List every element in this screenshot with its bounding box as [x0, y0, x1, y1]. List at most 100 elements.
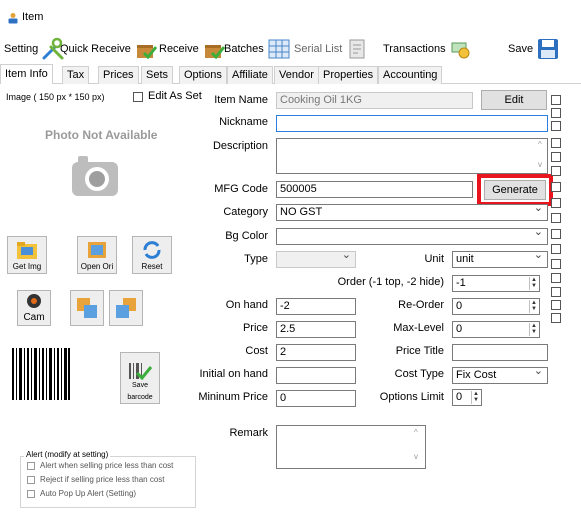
open-original-label: Open Ori — [80, 262, 114, 271]
remark-scroll-down-icon[interactable]: v — [414, 452, 418, 461]
initial-on-hand-field[interactable] — [276, 367, 356, 384]
right-checkbox-3[interactable] — [551, 121, 561, 131]
minimum-price-field[interactable]: 0 — [276, 390, 356, 407]
max-level-value: 0 — [456, 323, 463, 335]
window-title: Item — [22, 11, 44, 23]
category-select[interactable]: NO GST — [276, 204, 548, 221]
alert-price-label: Alert when selling price less than cost — [40, 461, 174, 470]
paste-image-button[interactable] — [109, 290, 143, 326]
transactions-button[interactable]: Transactions — [383, 34, 473, 64]
copy-image-button[interactable] — [70, 290, 104, 326]
save-label: Save — [508, 43, 534, 55]
cam-label: Cam — [23, 312, 45, 323]
photo-not-available-text: Photo Not Available — [45, 128, 158, 142]
generate-button[interactable]: Generate — [484, 180, 546, 200]
cost-type-label: Cost Type — [394, 368, 444, 380]
type-select[interactable] — [276, 251, 356, 268]
right-checkbox-9[interactable] — [551, 213, 561, 223]
edit-as-set-checkbox[interactable] — [133, 92, 143, 102]
price-title-label: Price Title — [395, 345, 444, 357]
tab-options[interactable]: Options — [179, 66, 227, 84]
right-checkbox-6[interactable] — [551, 166, 561, 176]
title-bar: Item — [0, 0, 581, 34]
nickname-field[interactable] — [276, 115, 548, 132]
tab-prices[interactable]: Prices — [98, 66, 139, 84]
camera-icon — [72, 156, 118, 196]
remark-field[interactable] — [276, 425, 426, 469]
receive-button[interactable]: Receive — [159, 34, 226, 64]
transactions-label: Transactions — [383, 43, 446, 55]
webcam-icon — [27, 294, 41, 308]
cost-type-select[interactable]: Fix Cost — [452, 367, 548, 384]
right-checkbox-12[interactable] — [551, 259, 561, 269]
auto-popup-checkbox[interactable] — [27, 490, 35, 498]
mfg-code-label: MFG Code — [214, 183, 268, 195]
right-checkbox-10[interactable] — [551, 229, 561, 239]
reorder-label: Re-Order — [398, 299, 444, 311]
quick-receive-button[interactable]: Quick Receive — [60, 34, 158, 64]
get-image-button[interactable]: Get Img — [7, 236, 47, 274]
right-checkbox-7[interactable] — [551, 182, 561, 192]
item-name-field[interactable]: Cooking Oil 1KG — [276, 92, 473, 109]
alert-price-checkbox[interactable] — [27, 462, 35, 470]
right-checkbox-16[interactable] — [551, 313, 561, 323]
order-field[interactable]: -1 ▲ ▼ — [452, 275, 540, 292]
batches-button[interactable]: Batches — [224, 34, 291, 64]
scroll-up-icon[interactable]: ^ — [538, 140, 542, 149]
floppy-disk-icon — [538, 39, 559, 59]
cost-label: Cost — [245, 345, 268, 357]
order-label: Order (-1 top, -2 hide) — [337, 276, 444, 288]
images-icon — [77, 298, 97, 318]
right-checkbox-13[interactable] — [551, 273, 561, 283]
on-hand-field[interactable]: -2 — [276, 298, 356, 315]
max-level-field[interactable]: 0 ▲ ▼ — [452, 321, 540, 338]
description-field[interactable] — [276, 138, 548, 174]
bg-color-select[interactable] — [276, 228, 548, 245]
tab-vendor[interactable]: Vendor — [274, 66, 319, 84]
price-title-field[interactable] — [452, 344, 548, 361]
reorder-field[interactable]: 0 ▲ ▼ — [452, 298, 540, 315]
cam-button[interactable]: Cam — [17, 290, 51, 326]
right-checkbox-4[interactable] — [551, 138, 561, 148]
tab-tax[interactable]: Tax — [62, 66, 90, 84]
tab-properties[interactable]: Properties — [318, 66, 379, 84]
scroll-down-icon[interactable]: v — [538, 160, 542, 169]
reorder-spinner-icon[interactable]: ▲ ▼ — [529, 300, 538, 313]
price-label: Price — [242, 322, 268, 334]
right-checkbox-2[interactable] — [551, 108, 561, 118]
order-spinner-icon[interactable]: ▲ ▼ — [529, 277, 538, 290]
unit-select[interactable]: unit — [452, 251, 548, 268]
tab-sets[interactable]: Sets — [141, 66, 174, 84]
price-field[interactable]: 2.5 — [276, 321, 356, 338]
right-checkbox-11[interactable] — [551, 244, 561, 254]
options-limit-spinner-icon[interactable]: ▲ ▼ — [471, 391, 480, 404]
setting-button[interactable]: Setting — [4, 34, 65, 64]
reject-price-checkbox[interactable] — [27, 476, 35, 484]
open-original-button[interactable]: Open Ori — [77, 236, 117, 274]
right-checkbox-15[interactable] — [551, 300, 561, 310]
tab-item-info[interactable]: Item Info — [0, 64, 53, 84]
tab-accounting[interactable]: Accounting — [378, 66, 443, 84]
save-barcode-button[interactable]: Save barcode — [120, 352, 160, 404]
save-button[interactable]: Save — [508, 34, 560, 64]
right-checkbox-5[interactable] — [551, 152, 561, 162]
remark-scroll-up-icon[interactable]: ^ — [414, 428, 418, 437]
item-name-label: Item Name — [214, 94, 268, 106]
box-check-icon — [136, 45, 158, 60]
edit-button[interactable]: Edit — [481, 90, 547, 110]
cost-field[interactable]: 2 — [276, 344, 356, 361]
type-label: Type — [244, 253, 268, 265]
max-level-spinner-icon[interactable]: ▲ ▼ — [529, 323, 538, 336]
mfg-code-field[interactable]: 500005 — [276, 181, 473, 198]
batches-label: Batches — [224, 43, 264, 55]
right-checkbox-1[interactable] — [551, 95, 561, 105]
options-limit-value: 0 — [456, 391, 463, 403]
serial-list-label: Serial List — [294, 43, 343, 55]
right-checkbox-8[interactable] — [551, 198, 561, 208]
options-limit-field[interactable]: 0 ▲ ▼ — [452, 389, 482, 406]
grid-icon — [268, 39, 290, 59]
tab-affiliate[interactable]: Affiliate — [227, 66, 273, 84]
serial-list-button[interactable]: Serial List — [294, 34, 369, 64]
reset-button[interactable]: Reset — [132, 236, 172, 274]
right-checkbox-14[interactable] — [551, 287, 561, 297]
